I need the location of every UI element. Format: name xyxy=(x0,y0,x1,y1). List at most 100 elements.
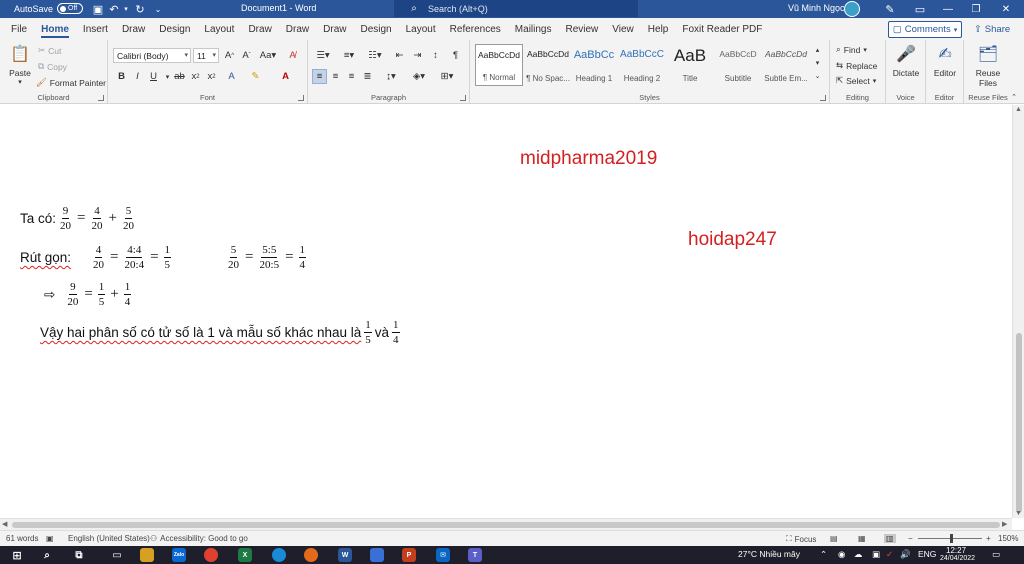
increase-indent-icon[interactable]: ⇥ xyxy=(410,48,425,63)
search-box[interactable]: ⌕ Search (Alt+Q) xyxy=(394,0,638,17)
align-right-icon[interactable]: ≡ xyxy=(344,69,359,84)
zoom-in-icon[interactable]: + xyxy=(986,534,991,543)
shading-icon[interactable]: ◈▾ xyxy=(408,69,430,84)
meeting-icon[interactable] xyxy=(370,548,384,562)
paste-button[interactable]: 📋 Paste ▾ xyxy=(6,44,34,88)
reuse-files-button[interactable]: 🗂 Reuse Files xyxy=(968,44,1008,89)
weather-widget[interactable]: 27°C Nhiều mây xyxy=(738,549,800,559)
tab-layout-2[interactable]: Layout xyxy=(399,18,443,40)
bullets-icon[interactable]: ☰▾ xyxy=(312,48,334,63)
font-launcher-icon[interactable] xyxy=(298,95,304,101)
paragraph-launcher-icon[interactable] xyxy=(460,95,466,101)
vertical-scrollbar[interactable]: ▲ ▼ xyxy=(1012,105,1024,518)
comments-button[interactable]: ▢ Comments ▾ xyxy=(888,21,962,38)
powerpoint-icon[interactable]: P xyxy=(402,548,416,562)
chrome-icon[interactable] xyxy=(204,548,218,562)
style-title[interactable]: AaB Title xyxy=(666,44,714,86)
folder-icon[interactable] xyxy=(140,548,154,562)
read-mode-icon[interactable]: ▤ xyxy=(830,534,838,543)
copy-button[interactable]: ⧉ Copy xyxy=(38,61,67,72)
network-icon[interactable]: ◉ xyxy=(838,549,845,560)
find-button[interactable]: ⌕ Find ▾ xyxy=(836,44,867,55)
collapse-ribbon-icon[interactable]: ⌃ xyxy=(1008,92,1020,102)
grow-font-icon[interactable]: A ^ xyxy=(222,48,237,63)
tab-design-2[interactable]: Design xyxy=(353,18,398,40)
styles-launcher-icon[interactable] xyxy=(820,95,826,101)
tab-file[interactable]: File xyxy=(4,18,34,40)
focus-button[interactable]: ⛶ Focus xyxy=(786,534,816,544)
sort-icon[interactable]: ↕ xyxy=(428,48,443,63)
justify-icon[interactable]: ≣ xyxy=(360,69,375,84)
decrease-indent-icon[interactable]: ⇤ xyxy=(392,48,407,63)
autosave-toggle[interactable]: AutoSave Off xyxy=(14,3,84,14)
underline-icon[interactable]: U xyxy=(146,69,161,84)
tab-mailings[interactable]: Mailings xyxy=(508,18,559,40)
editor-button[interactable]: ✍ Editor xyxy=(929,44,961,79)
tab-references[interactable]: References xyxy=(443,18,508,40)
notifications-icon[interactable]: ▭ xyxy=(992,549,1000,560)
scroll-down-icon[interactable]: ▼ xyxy=(1015,510,1022,517)
tab-draw[interactable]: Draw xyxy=(115,18,152,40)
minimize-button[interactable]: — xyxy=(934,0,962,18)
tray-app-icon[interactable]: ▣ xyxy=(872,549,880,560)
clock-date[interactable]: 24/04/2022 xyxy=(940,555,975,562)
italic-icon[interactable]: I xyxy=(130,69,145,84)
style-heading-2[interactable]: AaBbCcC Heading 2 xyxy=(618,44,666,86)
language-status[interactable]: English (United States) xyxy=(68,534,150,543)
cut-button[interactable]: ✂ Cut xyxy=(38,45,61,56)
zalo-icon[interactable]: Zalo xyxy=(172,548,186,562)
zoom-slider-knob[interactable] xyxy=(950,534,953,543)
print-layout-icon[interactable]: ▦ xyxy=(858,534,866,543)
borders-icon[interactable]: ⊞▾ xyxy=(436,69,458,84)
edge-icon[interactable] xyxy=(272,548,286,562)
speaker-icon[interactable]: 🔊 xyxy=(900,549,911,560)
align-left-icon[interactable]: ≡ xyxy=(312,69,327,84)
firefox-icon[interactable] xyxy=(304,548,318,562)
tab-insert[interactable]: Insert xyxy=(76,18,115,40)
clipboard-launcher-icon[interactable] xyxy=(98,95,104,101)
styles-scroll-up-icon[interactable]: ▴ xyxy=(810,44,825,56)
scroll-left-icon[interactable]: ◀ xyxy=(2,520,7,528)
show-marks-icon[interactable]: ¶ xyxy=(448,48,463,63)
horizontal-scroll-thumb[interactable] xyxy=(12,522,1000,528)
tab-draw-2[interactable]: Draw xyxy=(241,18,278,40)
select-button[interactable]: ⇱ Select ▾ xyxy=(836,75,876,86)
search-icon[interactable]: ⌕ xyxy=(40,548,54,562)
tab-review[interactable]: Review xyxy=(558,18,605,40)
accessibility-status[interactable]: ⚇ Accessibility: Good to go xyxy=(150,534,248,543)
numbering-icon[interactable]: ≡▾ xyxy=(338,48,360,63)
antivirus-icon[interactable]: ✓ xyxy=(886,549,893,560)
format-painter-button[interactable]: 🖌 Format Painter xyxy=(36,77,106,88)
tray-chevron-up-icon[interactable]: ⌃ xyxy=(820,549,827,560)
font-color-icon[interactable]: A xyxy=(278,69,293,84)
tab-design[interactable]: Design xyxy=(152,18,197,40)
clock-time[interactable]: 12:27 xyxy=(946,546,966,555)
align-center-icon[interactable]: ≡ xyxy=(328,69,343,84)
tab-draw-3[interactable]: Draw xyxy=(279,18,316,40)
windows-start-icon[interactable]: ⊞ xyxy=(10,548,24,562)
pen-icon[interactable]: ✎ xyxy=(882,2,898,16)
document-canvas[interactable]: midpharma2019 hoidap247 Ta có: 9 20 = 4 20… xyxy=(0,105,1012,518)
autosave-switch[interactable]: Off xyxy=(57,3,84,14)
web-layout-icon[interactable]: ▥ xyxy=(884,534,896,543)
style-subtle-emphasis[interactable]: AaBbCcDd Subtle Em... xyxy=(762,44,810,86)
bold-icon[interactable]: B xyxy=(114,69,129,84)
shrink-font-icon[interactable]: Aˇ xyxy=(239,48,254,63)
change-case-icon[interactable]: Aa▾ xyxy=(258,48,278,63)
user-name[interactable]: Vũ Minh Ngọc xyxy=(788,3,845,13)
dictate-button[interactable]: 🎤 Dictate xyxy=(890,44,922,79)
scroll-up-icon[interactable]: ▲ xyxy=(1015,106,1022,113)
replace-button[interactable]: ⇆ Replace xyxy=(836,60,877,71)
font-size-combo[interactable]: 11 ▾ xyxy=(193,48,219,63)
proofing-icon[interactable]: ▣ xyxy=(46,534,54,543)
text-effects-icon[interactable]: A xyxy=(224,69,239,84)
share-button[interactable]: ⇪ Share xyxy=(967,21,1017,38)
vertical-scroll-thumb[interactable] xyxy=(1016,333,1022,513)
word-icon[interactable]: W xyxy=(338,548,352,562)
line-spacing-icon[interactable]: ↨▾ xyxy=(380,69,402,84)
style-heading-1[interactable]: AaBbCc Heading 1 xyxy=(570,44,618,86)
tab-view[interactable]: View xyxy=(605,18,641,40)
styles-more-icon[interactable]: ⌄ xyxy=(810,70,825,82)
excel-icon[interactable]: X xyxy=(238,548,252,562)
teams-icon[interactable]: T xyxy=(468,548,482,562)
